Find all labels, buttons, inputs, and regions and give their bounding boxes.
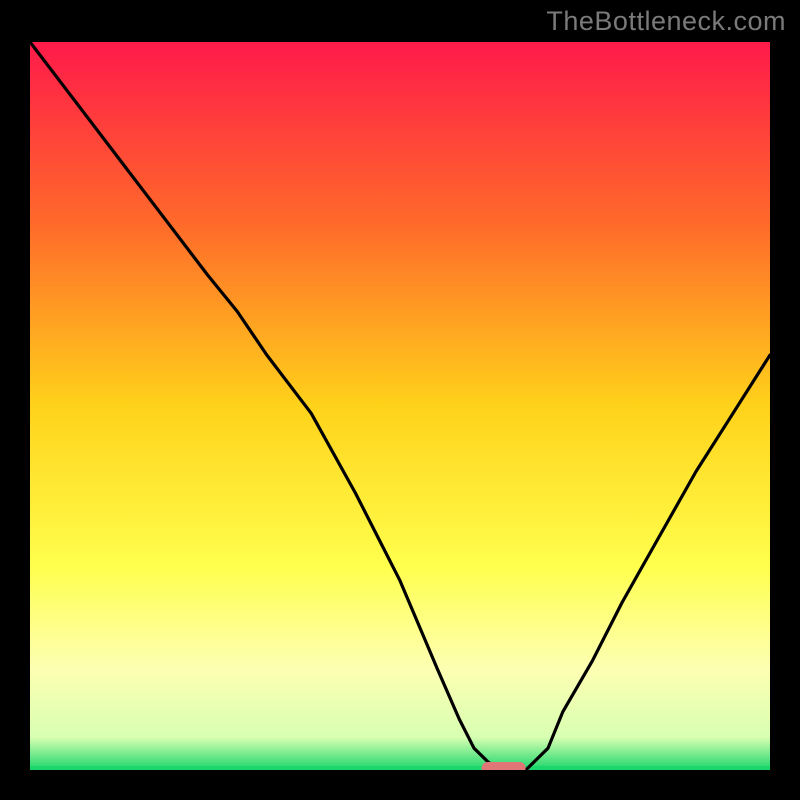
watermark-text: TheBottleneck.com <box>546 6 786 37</box>
gradient-fill <box>30 42 770 770</box>
baseline-green-strip <box>30 766 770 770</box>
bottleneck-chart <box>30 42 770 770</box>
chart-frame: TheBottleneck.com <box>0 0 800 800</box>
optimal-marker <box>482 762 526 770</box>
